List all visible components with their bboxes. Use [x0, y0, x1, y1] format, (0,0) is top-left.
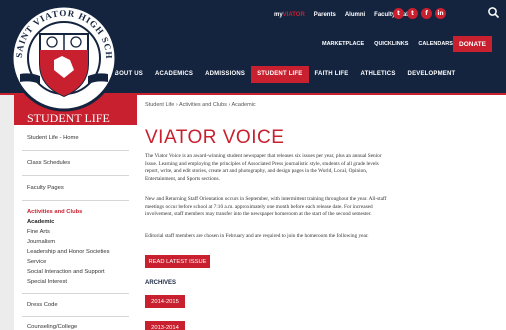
myviator-link[interactable]: myVIATOR — [274, 12, 305, 18]
top-utility-nav: myVIATOR Parents Alumni Faculty/Staff — [274, 9, 410, 21]
sidebar-item-activities-clubs[interactable]: Activities and Clubs — [14, 207, 137, 217]
sidebar-item-social-interaction[interactable]: Social Interaction and Support — [14, 267, 137, 277]
parents-link[interactable]: Parents — [314, 12, 336, 18]
sidebar-item-student-life-home[interactable]: Student Life - Home — [14, 125, 137, 150]
paragraph-intro: The Viator Voice is an award-winning stu… — [145, 153, 382, 182]
quicklinks-link[interactable]: QUICKLINKS — [374, 41, 408, 47]
linkedin-icon[interactable]: in — [435, 8, 446, 19]
main-content: Student Life › Activities and Clubs › Ac… — [137, 95, 506, 330]
twitter-icon[interactable]: t — [407, 8, 418, 19]
paragraph-orientation: New and Returning Staff Orientation occu… — [145, 196, 387, 218]
sidebar-item-leadership[interactable]: Leadership and Honor Societies — [14, 247, 137, 257]
sidebar-item-special-interest[interactable]: Special Interest — [14, 277, 137, 287]
nav-faith-life[interactable]: FAITH LIFE — [309, 66, 355, 83]
sidebar-menu: Student Life - Home Class Schedules Facu… — [14, 125, 137, 330]
sidebar-item-counseling[interactable]: Counseling/College — [14, 317, 137, 330]
sidebar-item-service[interactable]: Service — [14, 257, 137, 267]
secondary-nav: MARKETPLACE QUICKLINKS CALENDARS — [322, 41, 453, 47]
nav-athletics[interactable]: ATHLETICS — [355, 66, 402, 83]
marketplace-link[interactable]: MARKETPLACE — [322, 41, 364, 47]
sidebar-item-journalism[interactable]: Journalism — [14, 237, 137, 247]
breadcrumb: Student Life › Activities and Clubs › Ac… — [145, 102, 256, 108]
sidebar-item-faculty-pages[interactable]: Faculty Pages — [14, 176, 137, 200]
school-crest-logo[interactable]: SAINT VIATOR HIGH SCHOOL — [0, 0, 128, 122]
nav-development[interactable]: DEVELOPMENT — [402, 66, 462, 83]
sidebar-item-class-schedules[interactable]: Class Schedules — [14, 151, 137, 175]
search-icon[interactable] — [487, 6, 500, 19]
paragraph-editorial: Editorial staff members are chosen in Fe… — [145, 233, 369, 239]
archive-2014-2015-button[interactable]: 2014-2015 — [145, 295, 185, 308]
sidebar: STUDENT LIFE Student Life - Home Class S… — [14, 95, 137, 330]
donate-button[interactable]: DONATE — [453, 36, 492, 52]
tumblr-icon[interactable]: t — [393, 8, 404, 19]
calendars-link[interactable]: CALENDARS — [418, 41, 453, 47]
page-title: VIATOR VOICE — [145, 127, 285, 148]
read-latest-issue-button[interactable]: READ LATEST ISSUE — [145, 255, 210, 268]
facebook-icon[interactable]: f — [421, 8, 432, 19]
alumni-link[interactable]: Alumni — [345, 12, 365, 18]
page: myVIATOR Parents Alumni Faculty/Staff t … — [0, 0, 506, 330]
social-links: t t f in — [393, 8, 446, 19]
nav-admissions[interactable]: ADMISSIONS — [199, 66, 251, 83]
sidebar-item-fine-arts[interactable]: Fine Arts — [14, 227, 137, 237]
nav-academics[interactable]: ACADEMICS — [149, 66, 199, 83]
nav-student-life[interactable]: STUDENT LIFE — [251, 65, 309, 83]
archive-2013-2014-button[interactable]: 2013-2014 — [145, 321, 185, 330]
main-nav: ABOUT US ACADEMICS ADMISSIONS STUDENT LI… — [104, 65, 462, 83]
sidebar-item-dress-code[interactable]: Dress Code — [14, 294, 137, 316]
archives-heading: ARCHIVES — [145, 280, 177, 286]
sidebar-item-academic[interactable]: Academic — [14, 217, 137, 227]
